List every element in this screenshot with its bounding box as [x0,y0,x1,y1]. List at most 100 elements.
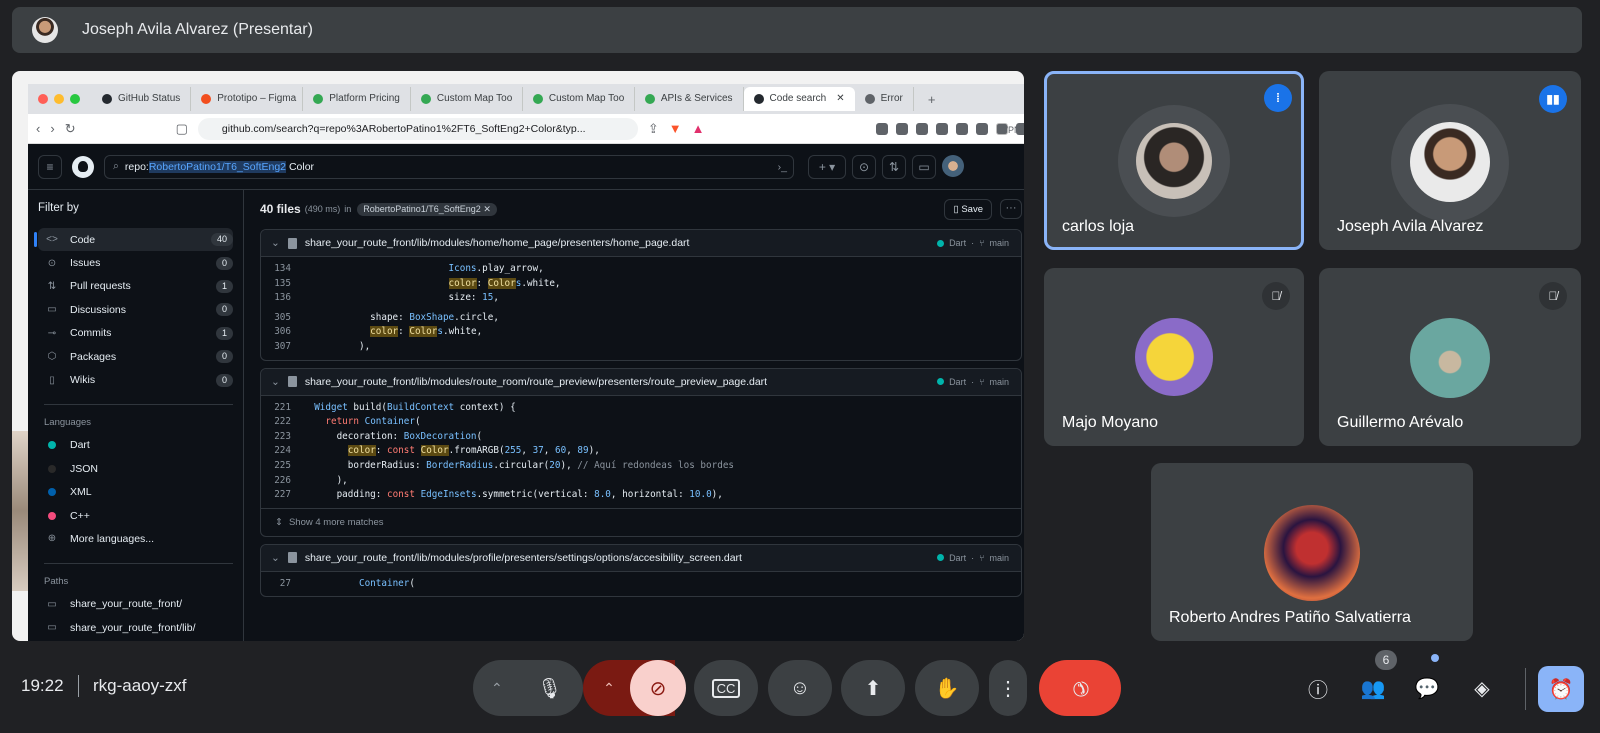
code-line: 221 Widget build(BuildContext context) { [261,402,1021,417]
command-palette-icon: ›_ [777,160,787,173]
filter-item: ▯ Wikis 0 [38,368,233,391]
line-code: return Container( [325,416,421,428]
filter-item: ▭ Discussions 0 [38,298,233,321]
browser-tab-label: Error [880,93,903,104]
results-in: in [344,204,352,214]
bookmark-icon: ▢ [175,120,188,136]
language-color-dot [937,239,945,247]
host-controls-button[interactable]: ⏰ [1538,666,1584,712]
line-number: 305 [274,311,291,323]
leave-call-button[interactable]: ✆ [1039,660,1121,716]
results-header: 40 files (490 ms) in RobertoPatino1/T6_S… [260,196,1022,222]
code-line: 307 ), [261,341,1021,356]
code-line: 227 padding: const EdgeInsets.symmetric(… [261,489,1021,504]
speaking-indicator-icon: ⁞ [1264,84,1292,112]
browser-tab-label: Prototipo – Figma [217,93,297,104]
language-label: Dart [70,439,90,452]
filter-icon: ⇅ [47,280,57,292]
line-number: 221 [274,401,291,413]
menu-icon: ≡ [1016,122,1024,138]
inbox-icon: ▭ [912,154,936,179]
line-code: ), [303,474,348,486]
filter-icon: <> [46,234,58,246]
filter-label: Discussions [70,303,127,316]
avatar [1410,122,1490,202]
github-search-input: ⌕ repo:RobertoPatino1/T6_SoftEng2 Color … [104,154,794,179]
github-header-actions: + ▾ ⊙ ⇅ ▭ [808,154,964,179]
code-snippet: 134 Icons.play_arrow, 135 color: Colors.w… [261,257,1021,360]
line-code: color: Colors.white, [370,326,483,338]
language-color-dot [48,464,56,473]
browser-tab: Prototipo – Figma [191,87,304,111]
activities-button[interactable]: ◈ [1462,668,1502,708]
microphone-button[interactable]: ⌃ 🎙 [473,660,583,716]
meeting-details-button[interactable]: ⓘ [1298,668,1338,708]
minimize-dot [54,94,64,104]
more-vert-icon: ⋮ [998,677,1018,700]
code-line: 226 ), [261,475,1021,490]
chat-icon: 💬 [1414,677,1440,700]
path-label: share_your_route_front/lib/ [70,621,196,634]
call-controls-bar: 19:22 rkg-aaoy-zxf ⌃ 🎙 ⌃ ⊘ CC ☺ ⬆ ✋ ⋮ ✆ … [0,650,1600,733]
languages-title: Languages [44,403,233,428]
code-line: 27 Container( [261,578,1021,593]
browser-tab: GitHub Status [92,87,192,111]
search-result-card: ⌄ share_your_route_front/lib/modules/rout… [260,367,1022,537]
share-page-icon: ⇪ [647,120,659,136]
github-header: ≡ ⌕ repo:RobertoPatino1/T6_SoftEng2 Colo… [28,144,1024,190]
mic-off-icon: 🎙̸ [1262,282,1290,310]
emoji-icon: ☺ [789,676,811,699]
chat-button[interactable]: 💬 [1407,668,1447,708]
close-icon: ✕ [483,203,491,214]
search-icon: ⌕ [113,160,119,172]
show-more-label: Show 4 more matches [288,516,384,528]
line-number: 134 [274,263,291,274]
url-field: github.com/search?q=repo%3ARobertoPatino… [197,117,638,140]
activities-icon: ◈ [1474,677,1490,700]
result-file-path: share_your_route_front/lib/modules/profi… [304,551,742,564]
browser-tab: Custom Map Too [523,87,635,111]
more-options-button[interactable]: ⋮ [989,660,1027,716]
code-line: 306 color: Colors.white, [261,326,1021,341]
result-file-header: ⌄ share_your_route_front/lib/modules/home… [261,230,1021,257]
code-line: 135 color: Colors.white, [261,277,1021,293]
code-line: 222 return Container( [261,416,1021,431]
folder-icon: ▭ [47,622,57,634]
raise-hand-button[interactable]: ✋ [915,660,979,716]
hamburger-icon: ≡ [38,154,62,179]
file-icon [287,552,297,564]
chevron-down-icon: ⌄ [271,551,280,564]
speaking-indicator-icon: ▮▮ [1539,85,1567,113]
filter-icon: ▭ [47,304,57,316]
camera-button[interactable]: ⊘ [630,660,686,716]
language-item: C++ [38,504,233,527]
present-button[interactable]: ⬆ [841,660,905,716]
chat-unread-dot [1431,654,1439,662]
repo-chip-label: RobertoPatino1/T6_SoftEng2 [363,203,481,214]
filter-count: 1 [215,279,233,293]
user-avatar [942,154,964,177]
captions-button[interactable]: CC [694,660,758,716]
code-line: 225 borderRadius: BorderRadius.circular(… [261,460,1021,475]
filter-label: Code [70,233,96,246]
create-new-icon: + ▾ [808,154,846,179]
filter-label: Issues [70,257,101,270]
line-number: 307 [274,340,291,352]
language-label: C++ [70,509,90,522]
extensions: VPN ≡ [876,122,1024,138]
reactions-button[interactable]: ☺ [768,660,832,716]
chevron-up-icon[interactable]: ⌃ [491,680,503,697]
browser-tab: APIs & Services [635,87,744,111]
timer-icon: ⏰ [1548,678,1574,701]
language-color-dot [48,488,56,497]
participant-name: Majo Moyano [1062,414,1159,431]
result-tags: Dart · ⑂ main [937,377,1009,387]
people-button[interactable]: 👥 [1353,668,1393,708]
language-color-dot [937,554,945,562]
participant-name: Roberto Andres Patiño Salvatierra [1169,609,1411,626]
browser-tab-strip: GitHub Status Prototipo – Figma Platform P… [28,84,1024,114]
extension-icon [876,122,888,135]
branch-tag: main [989,238,1009,248]
save-search-button: ▯ Save [944,198,992,220]
code-line: 224 color: const Color.fromARGB(255, 37,… [261,445,1021,460]
